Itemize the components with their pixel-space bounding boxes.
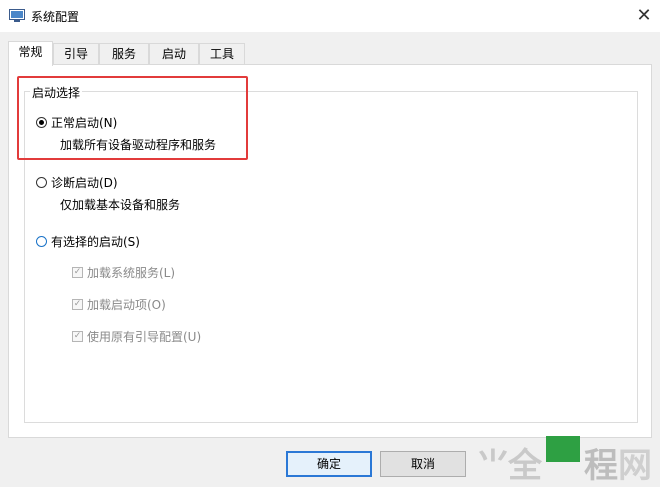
check-icon: ✓ (72, 331, 83, 342)
use-original-boot-config-label: 使用原有引导配置(U) (87, 330, 202, 344)
tab-label: 服务 (111, 47, 136, 61)
window-title: 系统配置 (31, 10, 80, 24)
tab-startup[interactable]: 启动 (149, 43, 199, 64)
watermark-glyph: 程 (584, 446, 618, 486)
tab-label: 工具 (209, 47, 234, 61)
title-bar: 系统配置 ✕ (0, 0, 660, 32)
cancel-button[interactable]: 取消 (380, 451, 466, 477)
close-button[interactable]: ✕ (630, 3, 658, 29)
tab-label: 启动 (161, 47, 186, 61)
cancel-button-label: 取消 (410, 457, 435, 471)
load-startup-items-label: 加载启动项(O) (87, 298, 166, 312)
tab-general[interactable]: 常规 (8, 41, 53, 66)
load-system-services-checkbox[interactable]: ✓ 加载系统服务(L) (72, 264, 175, 281)
diagnostic-startup-description: 仅加载基本设备和服务 (60, 198, 181, 212)
use-original-boot-config-checkbox[interactable]: ✓ 使用原有引导配置(U) (72, 328, 201, 345)
ok-button[interactable]: 确定 (286, 451, 372, 477)
diagnostic-startup-radio[interactable]: 诊断启动(D) (36, 174, 118, 191)
load-system-services-label: 加载系统服务(L) (87, 266, 176, 280)
watermark-logo: ⺌ 全 程 网 (468, 436, 658, 486)
load-startup-items-checkbox[interactable]: ✓ 加载启动项(O) (72, 296, 166, 313)
tab-label: 引导 (63, 47, 88, 61)
tab-boot[interactable]: 引导 (53, 43, 99, 64)
tab-services[interactable]: 服务 (99, 43, 149, 64)
radio-indicator[interactable] (36, 236, 47, 247)
normal-startup-description: 加载所有设备驱动程序和服务 (60, 138, 217, 152)
check-icon: ✓ (72, 299, 83, 310)
tab-tools[interactable]: 工具 (199, 43, 245, 64)
selective-startup-radio[interactable]: 有选择的启动(S) (36, 233, 140, 250)
selective-startup-label: 有选择的启动(S) (51, 235, 140, 249)
radio-indicator[interactable] (36, 117, 47, 128)
radio-indicator[interactable] (36, 177, 47, 188)
group-title: 启动选择 (30, 84, 83, 101)
watermark-green-block (546, 436, 580, 462)
watermark-glyph: ⺌ (476, 446, 510, 486)
close-icon: ✕ (636, 5, 652, 26)
tab-label: 常规 (18, 45, 43, 59)
ok-button-label: 确定 (316, 457, 341, 471)
diagnostic-startup-label: 诊断启动(D) (51, 176, 118, 190)
normal-startup-label: 正常启动(N) (51, 116, 118, 130)
normal-startup-radio[interactable]: 正常启动(N) (36, 114, 117, 131)
system-config-app-icon (9, 9, 25, 22)
check-icon: ✓ (72, 267, 83, 278)
watermark-glyph: 网 (618, 446, 652, 486)
watermark-glyph: 全 (508, 446, 542, 486)
